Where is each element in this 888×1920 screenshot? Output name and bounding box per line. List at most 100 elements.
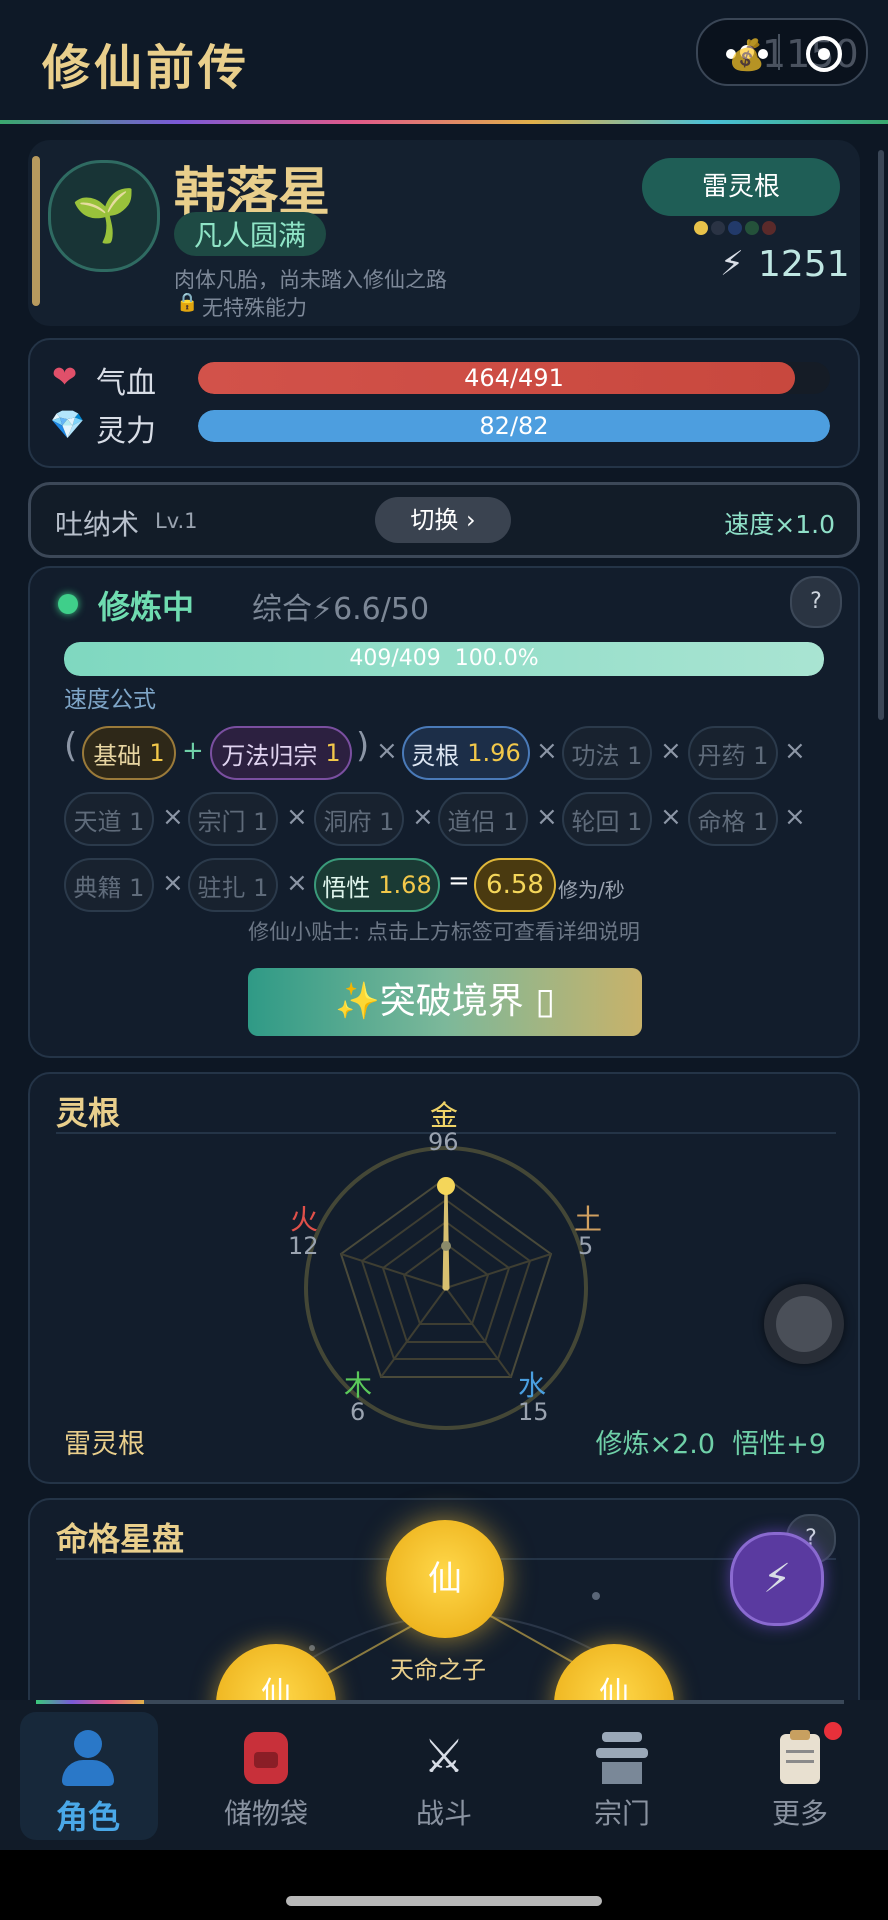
nav-tab-character[interactable]: 角色 bbox=[0, 1708, 176, 1844]
op-times-8: × bbox=[536, 802, 558, 832]
heart-icon: ❤ bbox=[52, 360, 78, 395]
app-header: 修仙前传 💰 1150 bbox=[0, 0, 888, 120]
fate-node-name: 天命之子 bbox=[390, 1656, 486, 1684]
nav-tab-battle[interactable]: ⚔ 战斗 bbox=[356, 1708, 532, 1844]
lightning-icon: ⚡ bbox=[720, 244, 744, 284]
diamond-icon: 💎 bbox=[50, 408, 85, 441]
element-earth-value: 5 bbox=[578, 1232, 594, 1260]
hp-value: 464/491 bbox=[464, 364, 564, 392]
chip-dianji[interactable]: 典籍 1 bbox=[64, 858, 154, 912]
nav-tab-more[interactable]: 更多 bbox=[712, 1708, 888, 1844]
op-times-12: × bbox=[286, 868, 308, 898]
lock-icon: 🔒 bbox=[176, 292, 199, 313]
technique-name: 吐纳术 bbox=[55, 508, 140, 541]
root-dots bbox=[694, 220, 776, 239]
chip-lunhui[interactable]: 轮回 1 bbox=[562, 792, 652, 846]
technique-level: Lv.1 bbox=[155, 509, 198, 533]
technique-panel: 吐纳术 Lv.1 切换 › 速度×1.0 bbox=[28, 482, 860, 558]
spirit-root-badge[interactable]: 雷灵根 bbox=[642, 158, 840, 216]
technique-speed: 速度×1.0 bbox=[724, 510, 835, 539]
app-title: 修仙前传 bbox=[42, 40, 251, 96]
result-chip[interactable]: 6.58 bbox=[474, 858, 556, 912]
formula-label: 速度公式 bbox=[64, 687, 156, 713]
character-card: 🌱 韩落星 凡人圆满 肉体凡胎，尚未踏入修仙之路 🔒 无特殊能力 雷灵根 ⚡ 1… bbox=[28, 140, 860, 326]
capsule-menu[interactable]: 💰 1150 bbox=[696, 18, 868, 86]
lightning-icon: ⚡ bbox=[762, 1556, 792, 1602]
op-times-10: × bbox=[784, 802, 806, 832]
chip-zongmen[interactable]: 宗门 1 bbox=[188, 792, 278, 846]
nav-label-character: 角色 bbox=[55, 1798, 120, 1836]
radar-metal-point bbox=[437, 1177, 455, 1195]
chip-tiandao[interactable]: 天道 1 bbox=[64, 792, 154, 846]
op-times-4: × bbox=[784, 736, 806, 766]
person-icon bbox=[58, 1726, 118, 1786]
cultivation-panel: 修炼中 综合⚡6.6/50 ? 409/409 100.0% 速度公式 ( 基础… bbox=[28, 566, 860, 1058]
sprout-icon: 🌱 bbox=[71, 186, 137, 246]
mp-label: 灵力 bbox=[96, 414, 156, 449]
element-fire-value: 12 bbox=[288, 1232, 319, 1260]
character-desc: 肉体凡胎，尚未踏入修仙之路 bbox=[174, 268, 447, 292]
op-plus: + bbox=[182, 736, 204, 766]
radar-value-shape bbox=[442, 1181, 450, 1291]
close-target-icon[interactable] bbox=[806, 36, 842, 72]
help-button[interactable]: ? bbox=[790, 576, 842, 628]
scrollbar[interactable] bbox=[878, 150, 884, 720]
op-times-9: × bbox=[660, 802, 682, 832]
spirit-root-radar bbox=[304, 1146, 588, 1430]
spirit-root-bonus: 修炼×2.0 悟性+9 bbox=[595, 1429, 826, 1460]
cultivation-progress-text: 409/409 100.0% bbox=[349, 646, 539, 671]
fate-node-center[interactable]: 仙 bbox=[386, 1520, 504, 1638]
clipboard-icon bbox=[770, 1726, 830, 1786]
home-indicator[interactable] bbox=[286, 1896, 602, 1906]
mp-bar: 82/82 bbox=[198, 410, 830, 442]
op-times-1: × bbox=[376, 736, 398, 766]
element-water-value: 15 bbox=[518, 1398, 549, 1426]
nav-label-sect: 宗门 bbox=[593, 1797, 650, 1830]
avatar[interactable]: 🌱 bbox=[48, 160, 160, 272]
op-equals: = bbox=[448, 866, 470, 896]
paren-close: ) bbox=[356, 726, 370, 766]
stats-panel: ❤ 气血 464/491 💎 灵力 82/82 bbox=[28, 338, 860, 468]
ability-text: 无特殊能力 bbox=[202, 296, 307, 320]
chip-root[interactable]: 灵根 1.96 bbox=[402, 726, 530, 780]
chip-base[interactable]: 基础 1 bbox=[82, 726, 176, 780]
spirit-root-panel: 灵根 金 96 土 5 火 12 木 6 水 15 雷灵根 修炼×2.0 悟性+… bbox=[28, 1072, 860, 1484]
cultivation-tip: 修仙小贴士: 点击上方标签可查看详细说明 bbox=[248, 920, 640, 944]
spirit-root-type: 雷灵根 bbox=[64, 1429, 145, 1460]
fate-title: 命格星盘 bbox=[56, 1520, 185, 1558]
nav-tab-storage[interactable]: 储物袋 bbox=[178, 1708, 354, 1844]
backpack-icon bbox=[236, 1726, 296, 1786]
hp-bar: 464/491 bbox=[198, 362, 830, 394]
floating-assist-button[interactable] bbox=[764, 1284, 844, 1364]
crossed-swords-icon: ⚔ bbox=[423, 1729, 465, 1783]
chip-gongfa[interactable]: 功法 1 bbox=[562, 726, 652, 780]
element-wood-value: 6 bbox=[350, 1398, 366, 1426]
chip-mingge[interactable]: 命格 1 bbox=[688, 792, 778, 846]
nav-tab-sect[interactable]: 宗门 bbox=[534, 1708, 710, 1844]
radar-center bbox=[441, 1241, 451, 1251]
power-value: 1251 bbox=[758, 244, 850, 285]
paren-open: ( bbox=[64, 726, 78, 766]
nav-label-more: 更多 bbox=[771, 1797, 828, 1830]
status-text: 修炼中 bbox=[98, 588, 195, 626]
chip-wuxing[interactable]: 悟性 1.68 bbox=[314, 858, 440, 912]
switch-button[interactable]: 切换 › bbox=[375, 497, 511, 543]
capsule-divider bbox=[778, 34, 780, 70]
money-bag-icon: 💰 bbox=[728, 38, 766, 73]
chip-wanfa[interactable]: 万法归宗 1 bbox=[210, 726, 352, 780]
nav-top-line bbox=[36, 1700, 844, 1704]
chip-dongfu[interactable]: 洞府 1 bbox=[314, 792, 404, 846]
status-dot bbox=[58, 594, 78, 614]
realm-badge[interactable]: 凡人圆满 bbox=[174, 212, 327, 256]
result-unit: 修为/秒 bbox=[558, 878, 625, 902]
breakthrough-button[interactable]: ✨突破境界 ▯ bbox=[248, 968, 642, 1036]
chip-zhuzha[interactable]: 驻扎 1 bbox=[188, 858, 278, 912]
chip-daolv[interactable]: 道侣 1 bbox=[438, 792, 528, 846]
hp-label: 气血 bbox=[96, 366, 156, 401]
op-times-5: × bbox=[162, 802, 184, 832]
quick-action-button[interactable]: ⚡ bbox=[730, 1532, 824, 1626]
cultivation-progress: 409/409 100.0% bbox=[64, 642, 824, 676]
chip-danyao[interactable]: 丹药 1 bbox=[688, 726, 778, 780]
constellation-star bbox=[309, 1645, 315, 1651]
card-accent-bar bbox=[32, 156, 40, 306]
